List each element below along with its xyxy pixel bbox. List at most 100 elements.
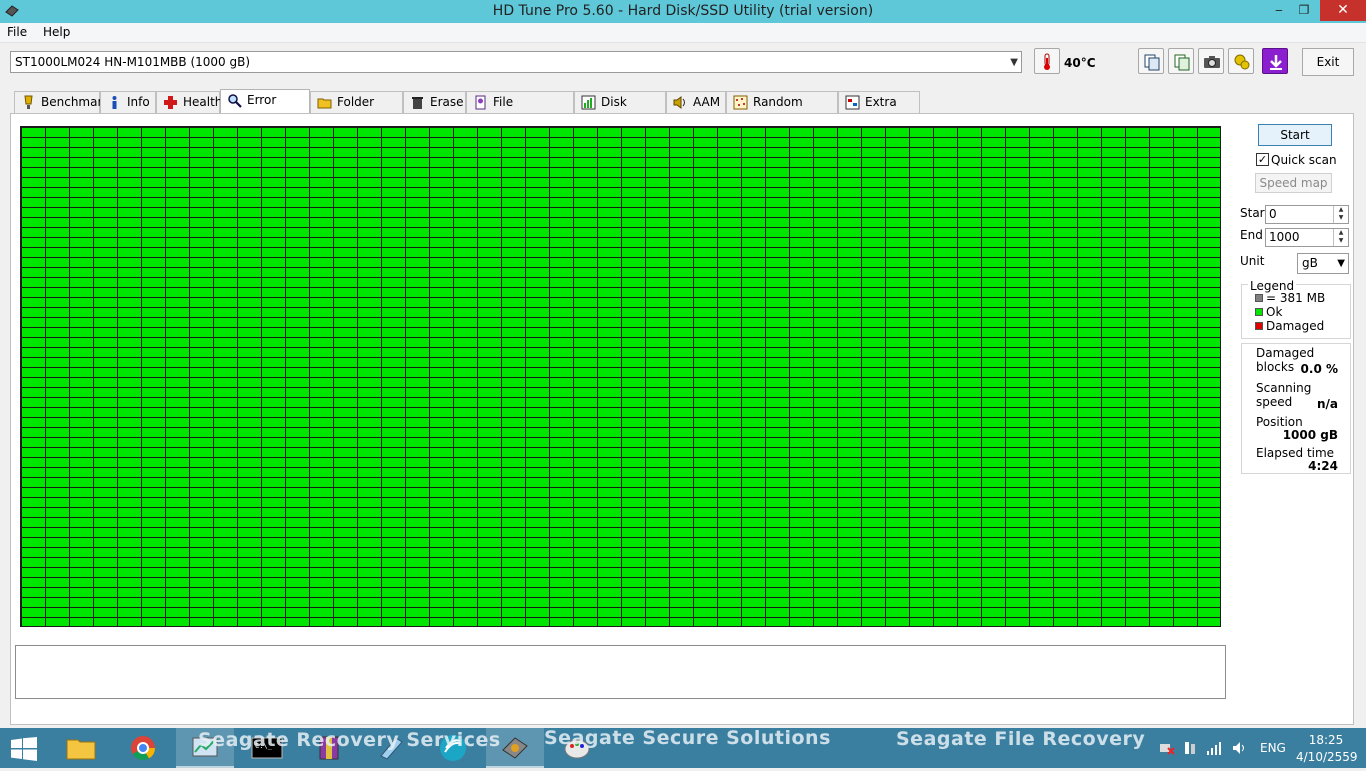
extra-tests-icon: [845, 95, 860, 110]
scanning-speed-value: n/a: [1316, 397, 1338, 411]
copy-all-button[interactable]: [1168, 48, 1194, 74]
file-benchmark-icon: [475, 95, 486, 110]
legend-block-size: = 381 MB: [1255, 292, 1325, 305]
tab-extra-tests[interactable]: Extra tests: [838, 91, 920, 129]
position-label: Position: [1256, 415, 1303, 429]
end-field-value: 1000: [1269, 230, 1300, 244]
tab-folder-usage[interactable]: Folder Usage: [310, 91, 403, 129]
tab-random-access[interactable]: Random Access: [726, 91, 838, 129]
taskbar-file-explorer[interactable]: [52, 728, 110, 768]
download-arrow-icon: [1270, 55, 1282, 70]
menu-help[interactable]: Help: [43, 25, 70, 39]
legend-green-swatch: [1255, 308, 1263, 316]
health-cross-icon: [164, 96, 177, 109]
elapsed-time-value: 4:24: [1308, 459, 1338, 473]
folder-icon: [66, 739, 96, 760]
random-access-icon: [733, 95, 748, 110]
copy-icon: [1144, 54, 1160, 71]
clock-date: 4/10/2559: [1296, 750, 1358, 764]
folder-icon: [317, 98, 332, 109]
quick-scan-label: Quick scan: [1271, 153, 1337, 167]
toolbar: ST1000LM024 HN-M101MBB (1000 gB) ▼ 40°C: [0, 44, 1366, 86]
benchmark-icon: [24, 95, 33, 109]
system-clock[interactable]: 18:25 4/10/2559: [1296, 732, 1358, 766]
chrome-icon: [131, 736, 155, 761]
scan-stats-box: Damaged blocks 0.0 % Scanning speed n/a …: [1241, 343, 1351, 474]
trash-icon: [412, 97, 423, 109]
spin-down-icon[interactable]: ▼: [1334, 237, 1348, 245]
tab-erase[interactable]: Erase: [403, 91, 466, 113]
save-download-button[interactable]: [1262, 48, 1288, 74]
scan-block-grid: [20, 126, 1221, 627]
damaged-blocks-value: 0.0 %: [1300, 362, 1338, 376]
copy-info-button[interactable]: [1138, 48, 1164, 74]
windows-start-icon[interactable]: [10, 737, 38, 761]
drive-select-value: ST1000LM024 HN-M101MBB (1000 gB): [15, 55, 251, 69]
options-button[interactable]: [1228, 48, 1254, 74]
legend-damaged: Damaged: [1255, 320, 1324, 333]
legend-red-swatch: [1255, 322, 1263, 330]
clock-time: 18:25: [1308, 733, 1344, 747]
signal-bars-icon[interactable]: [1206, 740, 1224, 756]
taskbar-chrome[interactable]: [114, 728, 172, 768]
minimize-button[interactable]: ‒: [1266, 0, 1292, 21]
menu-bar: File Help: [0, 23, 1366, 43]
temperature-value: 40°C: [1064, 56, 1096, 70]
tab-health[interactable]: Health: [156, 91, 222, 113]
overlay-file-recovery: Seagate File Recovery: [896, 728, 1146, 750]
magnifier-icon: [228, 94, 242, 108]
end-field[interactable]: 1000 ▲ ▼: [1265, 228, 1349, 247]
unit-label: Unit: [1240, 254, 1265, 268]
legend-box: Legend = 381 MB Ok Damaged: [1241, 279, 1351, 339]
legend-gray-swatch: [1255, 294, 1263, 302]
unit-select-value: gB: [1302, 256, 1318, 270]
tab-disk-monitor[interactable]: Disk monitor: [574, 91, 666, 129]
menu-file[interactable]: File: [7, 25, 27, 39]
end-spinner[interactable]: ▲ ▼: [1333, 229, 1348, 246]
tab-benchmark[interactable]: Benchmark: [14, 91, 109, 113]
chevron-down-icon: ▼: [1337, 258, 1345, 269]
overlay-secure-solutions: Seagate Secure Solutions: [544, 727, 831, 749]
info-icon: [112, 96, 117, 109]
maximize-button[interactable]: ❐: [1291, 0, 1317, 21]
start-spinner[interactable]: ▲ ▼: [1333, 206, 1348, 223]
quick-scan-checkbox[interactable]: ✓: [1256, 153, 1269, 166]
speaker-icon: [673, 96, 685, 109]
speed-map-button[interactable]: Speed map: [1255, 173, 1332, 193]
close-button[interactable]: ✕: [1320, 0, 1366, 21]
spin-up-icon[interactable]: ▲: [1334, 206, 1348, 214]
position-value: 1000 gB: [1282, 428, 1338, 442]
exit-button[interactable]: Exit: [1302, 48, 1354, 76]
start-button[interactable]: Start: [1258, 124, 1332, 146]
language-indicator[interactable]: ENG: [1260, 741, 1286, 757]
scan-log-box: [15, 645, 1226, 699]
drive-select[interactable]: ST1000LM024 HN-M101MBB (1000 gB) ▼: [10, 51, 1022, 73]
tab-file-benchmark[interactable]: File Benchmark: [466, 91, 574, 129]
options-icon: [1234, 54, 1250, 70]
tab-error-scan[interactable]: Error Scan: [220, 89, 310, 127]
chevron-down-icon: ▼: [1010, 57, 1018, 68]
volume-icon[interactable]: [1232, 740, 1248, 756]
tab-aam[interactable]: AAM: [666, 91, 726, 113]
thermometer-icon: [1044, 53, 1050, 70]
network-error-icon[interactable]: [1158, 740, 1176, 756]
taskbar: C:\_ Seagate Recovery Services Seagate S…: [0, 728, 1366, 768]
title-bar: HD Tune Pro 5.60 - Hard Disk/SSD Utility…: [0, 0, 1366, 23]
usb-device-icon[interactable]: [1182, 740, 1198, 756]
elapsed-time-label: Elapsed time: [1256, 446, 1335, 460]
unit-select[interactable]: gB ▼: [1297, 253, 1349, 274]
window-title: HD Tune Pro 5.60 - Hard Disk/SSD Utility…: [492, 3, 874, 19]
spin-down-icon[interactable]: ▼: [1334, 214, 1348, 222]
temperature-button[interactable]: [1034, 48, 1060, 74]
camera-icon: [1204, 56, 1220, 68]
screenshot-button[interactable]: [1198, 48, 1224, 74]
end-field-label: End: [1240, 228, 1263, 242]
spin-up-icon[interactable]: ▲: [1334, 229, 1348, 237]
chart-icon: [581, 95, 596, 110]
start-field-value: 0: [1269, 207, 1277, 221]
overlay-recovery-services: Seagate Recovery Services: [198, 729, 501, 751]
tab-info[interactable]: Info: [100, 91, 156, 113]
legend-ok: Ok: [1255, 306, 1282, 319]
copy-all-icon: [1174, 54, 1190, 71]
start-field[interactable]: 0 ▲ ▼: [1265, 205, 1349, 224]
